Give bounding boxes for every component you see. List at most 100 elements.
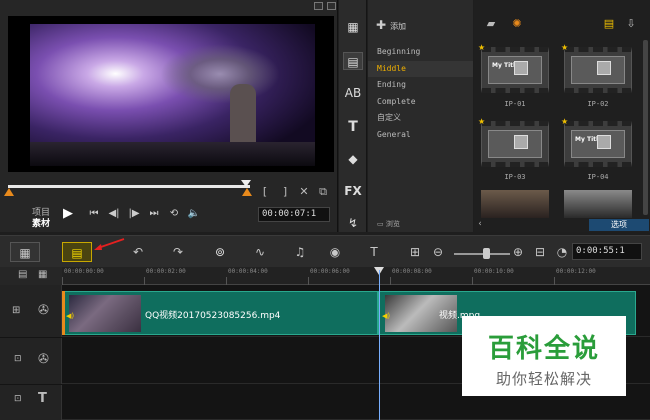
category-list: Beginning Middle Ending Complete 自定义 Gen… (368, 44, 473, 143)
globe-icon[interactable]: ✺ (508, 15, 526, 33)
add-button[interactable]: ✚ 添加 (376, 18, 406, 32)
zoom-slider[interactable] (454, 253, 510, 255)
maximize-icon[interactable] (327, 2, 336, 10)
minimize-icon[interactable] (314, 2, 323, 10)
ruler-tick: 00:00:02:00 (146, 268, 186, 275)
thumbnail-ip-01[interactable]: My Title (481, 47, 549, 93)
scrub-bar[interactable] (8, 185, 250, 188)
track-visibility-icon[interactable]: ⊡ (14, 354, 22, 364)
clip-trim-handle[interactable] (62, 291, 65, 335)
scrubber-handle[interactable] (241, 180, 251, 187)
go-to-end-icon[interactable]: ⏭ (146, 207, 162, 221)
path-icon[interactable]: ↯ (343, 214, 363, 232)
title-track-header: ⊡ T (0, 385, 62, 420)
fit-project-icon[interactable]: ⊟ (530, 242, 550, 262)
timeline-duration[interactable]: 0:00:55:1 (572, 243, 642, 260)
volume-icon[interactable]: 🔈 (186, 207, 202, 221)
video-frame-image (30, 24, 315, 166)
ruler-tick: 00:00:12:00 (556, 268, 596, 275)
redo-icon[interactable]: ↷ (168, 242, 188, 262)
thumbnail-partial[interactable] (564, 190, 632, 218)
category-beginning[interactable]: Beginning (368, 44, 473, 61)
zoom-out-icon[interactable]: ⊖ (428, 242, 448, 262)
enlarge-icon[interactable]: ⧉ (316, 185, 330, 199)
ruler-tick: 00:00:04:00 (228, 268, 268, 275)
ruler-tick: 00:00:10:00 (474, 268, 514, 275)
library-scrollbar[interactable] (643, 40, 648, 215)
repeat-icon[interactable]: ⟲ (166, 207, 182, 221)
trim-end-marker[interactable] (242, 188, 252, 196)
play-icon[interactable]: ▶ (60, 207, 76, 221)
browse-button[interactable]: ▭ 浏览 (377, 219, 400, 229)
preview-timecode[interactable]: 00:00:07:1 (258, 207, 330, 222)
text-ab-icon[interactable]: AB (343, 84, 363, 102)
category-complete[interactable]: Complete (368, 94, 473, 111)
video-preview (8, 16, 334, 172)
thumbnail-ip-03[interactable] (481, 121, 549, 167)
sort-icon[interactable]: ⇩ (622, 15, 640, 33)
thumbnail-toolbar: ▰ ✺ ▤ ⇩ (474, 15, 650, 37)
mark-in-button[interactable]: [ (258, 185, 272, 199)
zoom-in-icon[interactable]: ⊕ (508, 242, 528, 262)
watermark-subtitle: 助你轻松解决 (495, 370, 592, 388)
fx-icon[interactable]: FX (343, 182, 363, 200)
browse-label: 浏览 (385, 220, 400, 228)
next-frame-icon[interactable]: |▶ (126, 207, 142, 221)
graphics-icon[interactable]: ◆ (343, 150, 363, 168)
tick-line (62, 277, 63, 285)
sound-mixer-icon[interactable]: ∿ (250, 242, 270, 262)
category-ending[interactable]: Ending (368, 77, 473, 94)
track-toggle-icon[interactable]: ⊞ (12, 305, 20, 316)
tick-line (554, 277, 555, 285)
mark-out-button[interactable]: ] (278, 185, 292, 199)
chapter-icon[interactable]: ▦ (38, 269, 47, 280)
title-t-icon: T (38, 391, 47, 406)
add-label: 添加 (390, 22, 407, 31)
thumbnail-label: IP-02 (587, 100, 609, 108)
subtitle-editor-icon[interactable]: T (364, 242, 384, 262)
thumbnail-label: IP-01 (504, 100, 526, 108)
go-to-start-icon[interactable]: ⏮ (86, 207, 102, 221)
category-custom[interactable]: 自定义 (368, 110, 473, 127)
split-icon[interactable]: ✕ (297, 185, 311, 199)
previous-frame-icon[interactable]: ◀| (106, 207, 122, 221)
undo-icon[interactable]: ↶ (128, 242, 148, 262)
multi-trim-icon[interactable]: ⊞ (405, 242, 425, 262)
audio-icon: ◀) (66, 312, 75, 320)
category-middle[interactable]: Middle (368, 60, 473, 77)
ruler-tick: 00:00:06:00 (310, 268, 350, 275)
track-visibility-icon[interactable]: ⊡ (14, 394, 22, 404)
auto-music-icon[interactable]: ♫ (290, 242, 310, 262)
options-button[interactable]: 选项 (589, 219, 649, 231)
plus-icon: ✚ (376, 18, 387, 32)
category-general[interactable]: General (368, 127, 473, 144)
storyboard-view-icon[interactable]: ▦ (10, 242, 40, 262)
media-icon[interactable]: ▦ (343, 18, 363, 36)
thumbnail-partial[interactable] (481, 190, 549, 218)
tick-line (308, 277, 309, 285)
thumbnail-ip-04[interactable]: My Title (564, 121, 632, 167)
folder-icon[interactable]: ▰ (482, 15, 500, 33)
zoom-slider-knob[interactable] (483, 248, 490, 259)
star-icon: ★ (561, 117, 569, 126)
video-clip[interactable]: ◀) QQ视频20170523085256.mp4 (62, 291, 378, 335)
clock-icon: ◔ (556, 245, 568, 259)
trim-start-marker[interactable] (4, 188, 14, 196)
record-capture-icon[interactable]: ⊚ (210, 242, 230, 262)
track-manager-icon[interactable]: ▤ (18, 269, 27, 280)
thumbnail-ip-02[interactable] (564, 47, 632, 93)
motion-tracking-icon[interactable]: ◉ (325, 242, 345, 262)
video-editor-app: [ ] ✕ ⧉ 项目 素材 ▶ ⏮ ◀| |▶ ⏭ ⟲ 🔈 00:00:07:1… (0, 0, 650, 420)
star-icon: ★ (478, 43, 486, 52)
time-ruler[interactable]: 00:00:00:00 00:00:02:00 00:00:04:00 00:0… (62, 267, 650, 285)
clip-mode-tab[interactable]: 素材 (32, 216, 50, 229)
view-list-icon[interactable]: ▤ (600, 15, 618, 33)
annotation-arrow-icon (94, 238, 125, 250)
timeline-view-icon[interactable]: ▤ (62, 242, 92, 262)
title-library-icon[interactable]: ▤ (343, 52, 363, 70)
watermark-logo: 百科全说 助你轻松解决 (462, 316, 626, 396)
scroll-left-icon[interactable]: ‹ (474, 219, 486, 231)
placeholder-icon (597, 61, 611, 75)
title-t-icon[interactable]: T (343, 118, 363, 136)
ruler-header: ▤ ▦ (0, 267, 62, 285)
